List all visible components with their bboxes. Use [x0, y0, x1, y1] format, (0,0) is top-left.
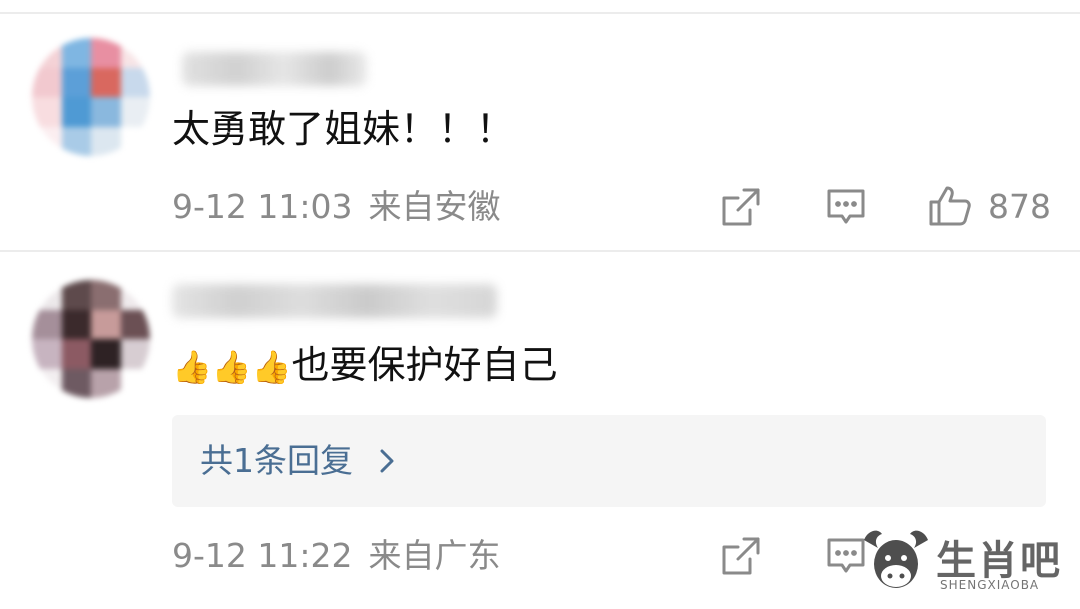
- share-icon[interactable]: [720, 186, 762, 228]
- thumbs-up-emoji: 👍: [211, 348, 252, 386]
- comment-meta: 9-12 11:22 来自广东: [172, 536, 501, 576]
- comment-icon[interactable]: [826, 188, 866, 226]
- watermark-subtitle: SHENGXIAOBA: [940, 578, 1040, 592]
- bull-logo-icon: [864, 530, 928, 588]
- avatar[interactable]: [32, 280, 150, 398]
- avatar[interactable]: [32, 38, 150, 156]
- comment-date: 9-12 11:03: [172, 187, 353, 226]
- watermark-logo: 生肖吧 SHENGXIAOBA: [858, 524, 1070, 604]
- like-icon[interactable]: [928, 184, 972, 228]
- reply-box[interactable]: 共1条回复: [172, 415, 1046, 507]
- username[interactable]: [172, 284, 497, 318]
- comment-location: 来自安徽: [368, 187, 501, 226]
- comment-date: 9-12 11:22: [172, 536, 353, 575]
- like-count: 878: [988, 187, 1051, 226]
- comment-text: 👍👍👍也要保护好自己: [172, 342, 558, 390]
- comment-meta: 9-12 11:03 来自安徽: [172, 187, 501, 227]
- share-icon[interactable]: [720, 535, 762, 577]
- view-replies-link[interactable]: 共1条回复: [200, 438, 353, 484]
- comment-text: 太勇敢了姐妹！！！: [172, 107, 515, 151]
- comment-location: 来自广东: [368, 536, 501, 575]
- comment-divider: [0, 250, 1080, 252]
- top-divider: [0, 12, 1080, 14]
- thumbs-up-emoji: 👍: [172, 348, 212, 386]
- thumbs-up-emoji: 👍: [251, 348, 292, 386]
- comment-text-content: 也要保护好自己: [291, 343, 558, 387]
- username[interactable]: [182, 52, 367, 86]
- chevron-right-icon: [380, 449, 394, 477]
